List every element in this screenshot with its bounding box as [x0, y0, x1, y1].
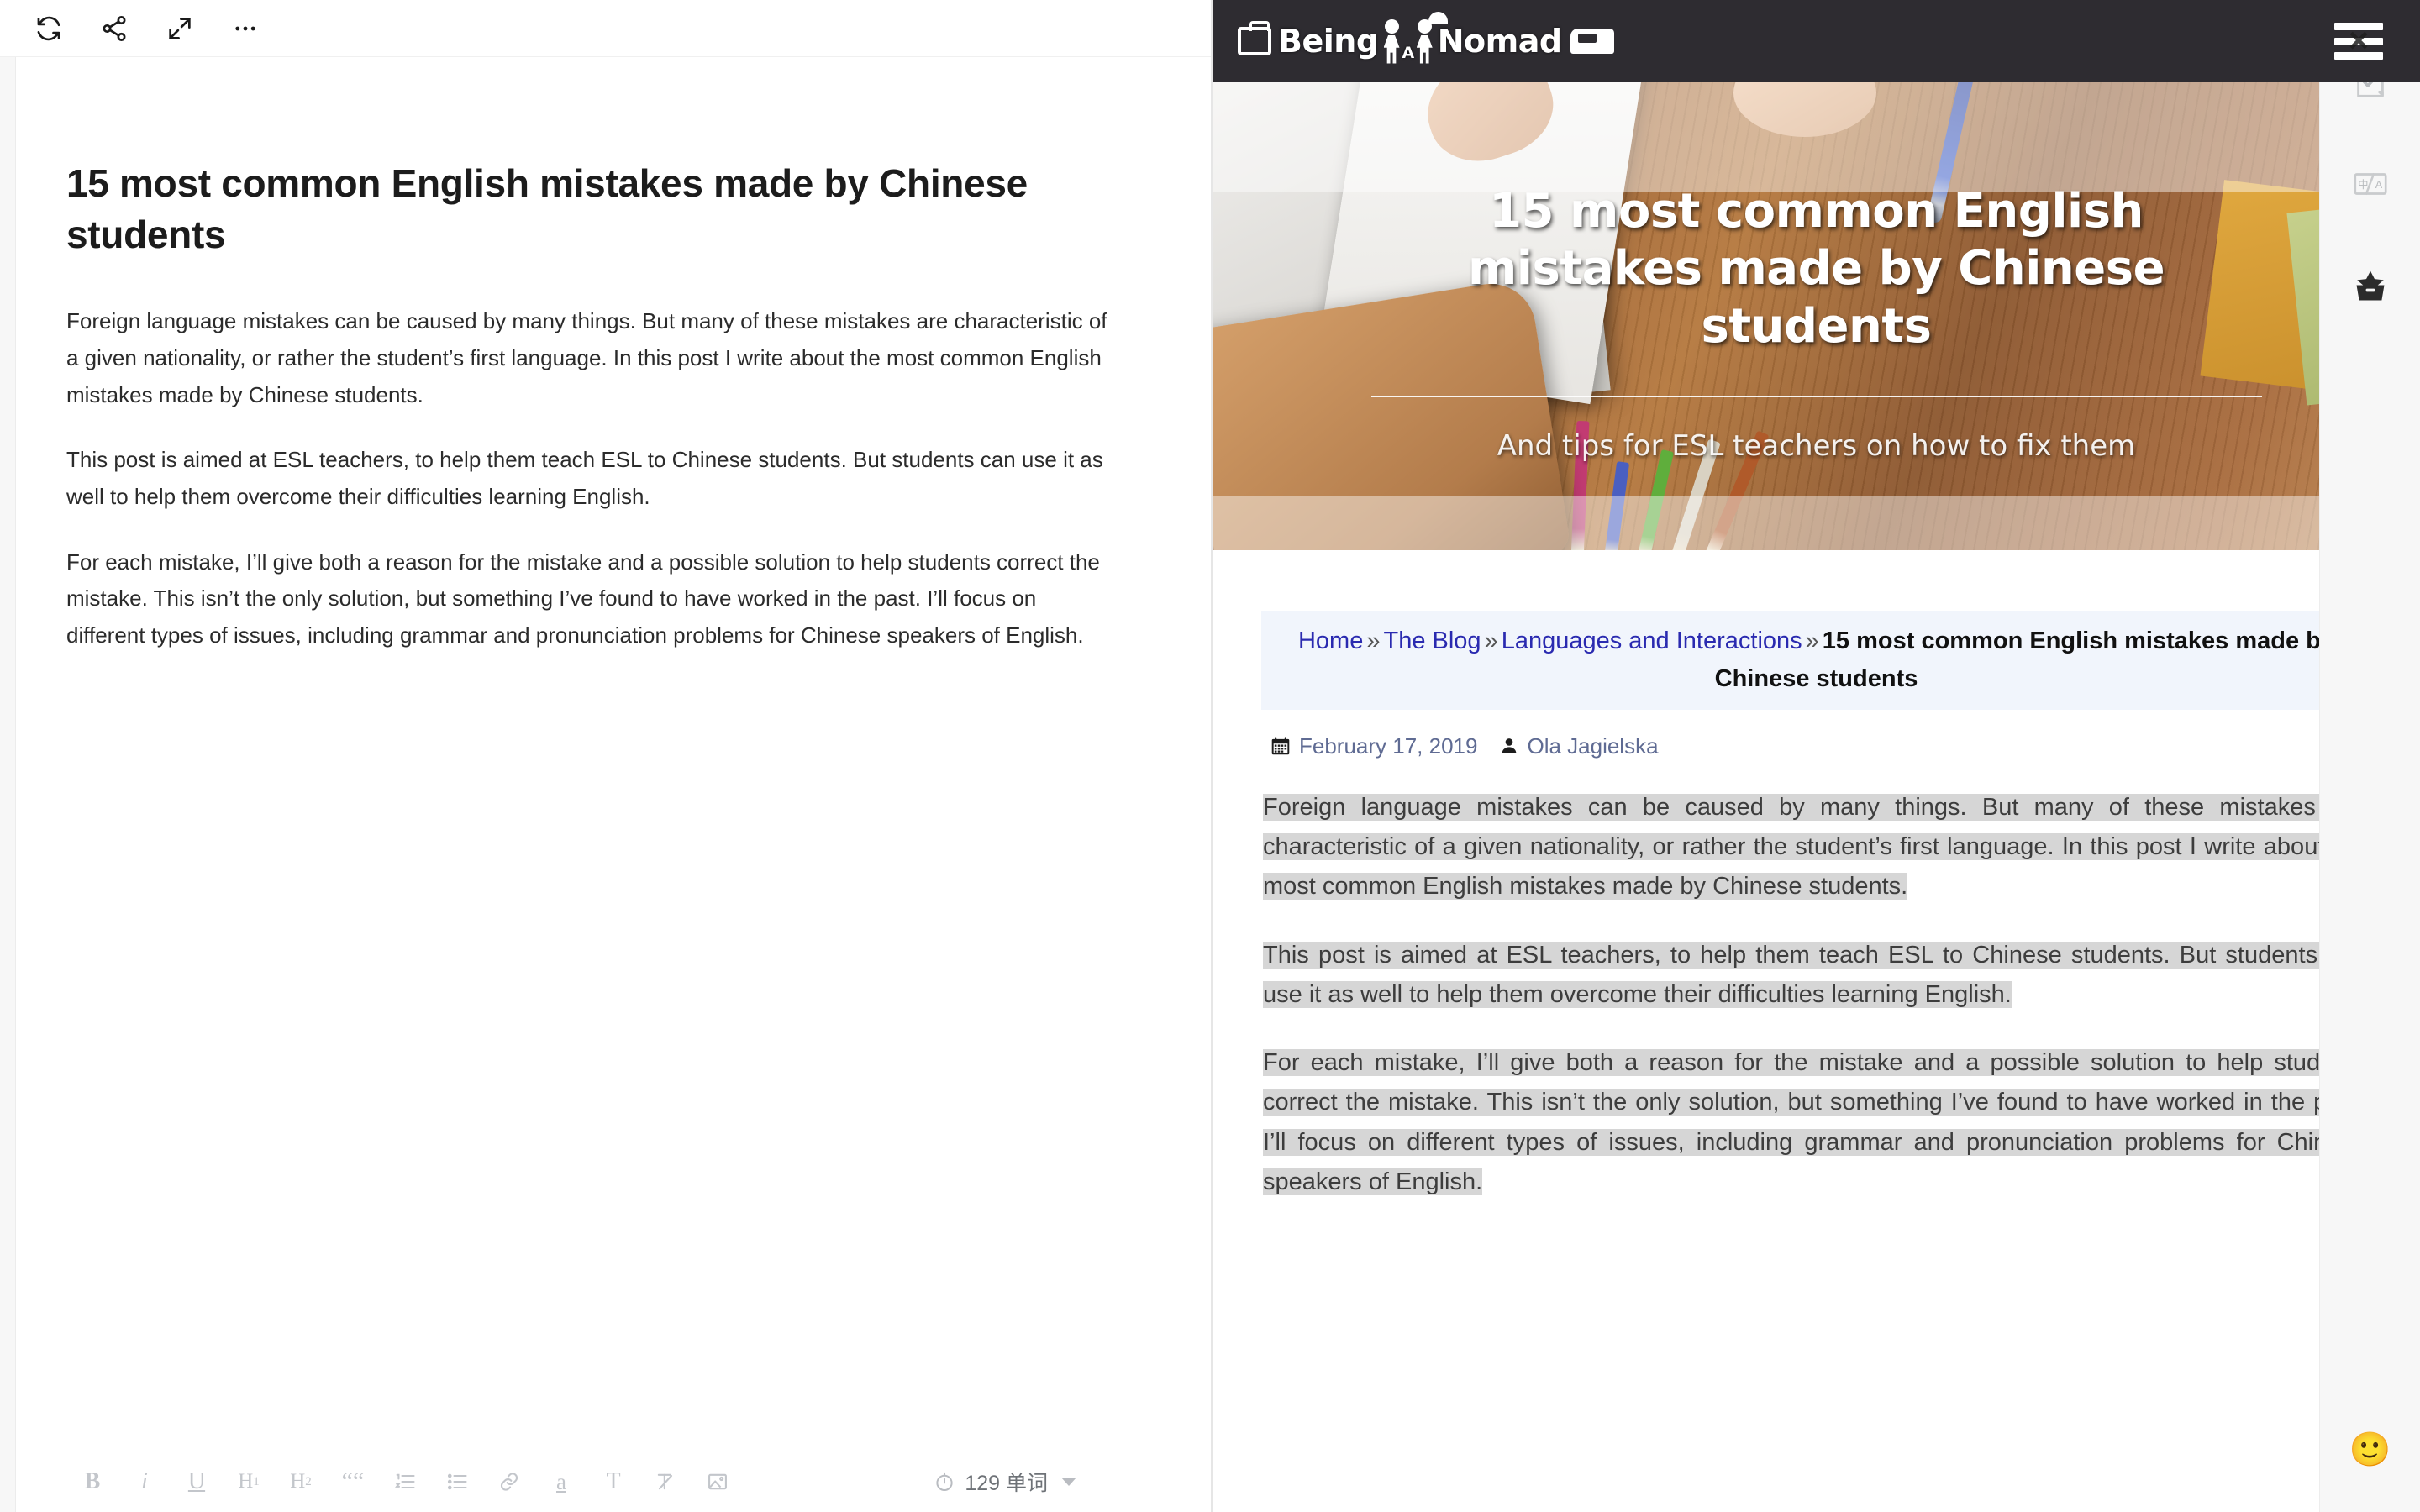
bold-button[interactable]: B: [66, 1456, 118, 1508]
heading-2-button[interactable]: H2: [275, 1456, 327, 1508]
hero-subtitle: And tips for ESL teachers on how to fix …: [1497, 428, 2136, 463]
breadcrumb-separator: »: [1484, 627, 1498, 654]
app-root: 15 most common English mistakes made by …: [0, 0, 2420, 1512]
tool-rail: 中 A 🙂: [2319, 0, 2420, 1512]
logo-text-being: Being: [1278, 23, 1379, 60]
share-icon[interactable]: [82, 0, 147, 57]
word-count-control[interactable]: 129 单词: [933, 1467, 1177, 1497]
site-logo[interactable]: Being A Nomad: [1238, 11, 1614, 64]
breadcrumb: Home» The Blog» Languages and Interactions…: [1261, 611, 2371, 710]
emoji-face-icon[interactable]: 🙂: [2349, 1433, 2391, 1467]
hamburger-menu-icon[interactable]: [2334, 23, 2383, 60]
user-icon: [1499, 736, 1519, 756]
chevron-down-icon[interactable]: [1061, 1478, 1076, 1486]
caravan-icon: [1570, 29, 1614, 54]
word-count-label: 129 单词: [965, 1472, 1048, 1495]
clear-format-button[interactable]: [639, 1456, 692, 1508]
hero-banner: 15 most common English mistakes made by …: [1213, 82, 2420, 550]
post-date-label: February 17, 2019: [1299, 732, 1478, 759]
breadcrumb-separator: »: [1366, 627, 1381, 654]
insert-image-button[interactable]: [692, 1456, 744, 1508]
umbrella-icon: [1428, 11, 1448, 24]
highlight-button[interactable]: a: [535, 1456, 587, 1508]
ordered-list-button[interactable]: [379, 1456, 431, 1508]
underline-button[interactable]: U: [171, 1456, 223, 1508]
more-icon[interactable]: [213, 0, 278, 57]
suitcase-icon: [1238, 21, 1271, 55]
document-title[interactable]: 15 most common English mistakes made by …: [66, 158, 1100, 260]
logo-text-a: A: [1402, 43, 1415, 62]
breadcrumb-link-languages-and-interactions[interactable]: Languages and Interactions: [1502, 627, 1802, 654]
format-toolbar: B i U H1 H2 ““ a T 129 单词: [16, 1452, 1211, 1512]
breadcrumb-separator: »: [1805, 627, 1819, 654]
sync-icon[interactable]: [16, 0, 82, 57]
preview-scroll-region[interactable]: Being A Nomad × 15 most common English m…: [1213, 0, 2420, 1202]
editor-document[interactable]: 15 most common English mistakes made by …: [0, 57, 1211, 1512]
collect-box-icon[interactable]: [2341, 257, 2400, 316]
site-header: Being A Nomad: [1213, 0, 2420, 82]
selected-text: Foreign language mistakes can be caused …: [1263, 793, 2366, 900]
post-author[interactable]: Ola Jagielska: [1499, 732, 1659, 759]
hero-title: 15 most common English mistakes made by …: [1467, 184, 2165, 354]
editor-toolbar: [0, 0, 1211, 57]
post-body: Home» The Blog» Languages and Interactions…: [1213, 611, 2420, 1202]
selected-text: For each mistake, I’ll give both a reaso…: [1263, 1049, 2366, 1195]
post-author-label: Ola Jagielska: [1527, 732, 1659, 759]
italic-button[interactable]: i: [118, 1456, 171, 1508]
text-style-button[interactable]: T: [587, 1456, 639, 1508]
preview-panel: Being A Nomad × 15 most common English m…: [1213, 0, 2420, 1512]
blockquote-button[interactable]: ““: [327, 1456, 379, 1508]
hero-divider: [1370, 395, 2262, 397]
bullet-list-button[interactable]: [431, 1456, 483, 1508]
post-paragraph[interactable]: This post is aimed at ESL teachers, to h…: [1261, 936, 2371, 1016]
document-paragraph[interactable]: For each mistake, I’ll give both a reaso…: [66, 544, 1117, 654]
post-paragraph[interactable]: For each mistake, I’ll give both a reaso…: [1261, 1043, 2371, 1202]
logo-text-nomad: Nomad: [1437, 23, 1562, 60]
heading-1-button[interactable]: H1: [223, 1456, 275, 1508]
post-meta: February 17, 2019 Ola Jagielska: [1261, 733, 2371, 759]
svg-text:A: A: [2375, 179, 2382, 191]
timer-icon: [933, 1470, 956, 1494]
link-button[interactable]: [483, 1456, 535, 1508]
calendar-icon: [1270, 735, 1292, 757]
post-date[interactable]: February 17, 2019: [1270, 733, 1477, 759]
document-paragraph[interactable]: Foreign language mistakes can be caused …: [66, 303, 1117, 413]
breadcrumb-link-the-blog[interactable]: The Blog: [1383, 627, 1481, 654]
two-travelers-icon: A: [1383, 11, 1448, 64]
svg-text:中: 中: [2358, 178, 2368, 191]
selected-text: This post is aimed at ESL teachers, to h…: [1263, 941, 2366, 1008]
post-paragraph[interactable]: Foreign language mistakes can be caused …: [1261, 788, 2371, 907]
translate-icon[interactable]: 中 A: [2341, 155, 2400, 213]
breadcrumb-link-home[interactable]: Home: [1298, 627, 1363, 654]
fullscreen-icon[interactable]: [147, 0, 213, 57]
document-paragraph[interactable]: This post is aimed at ESL teachers, to h…: [66, 442, 1117, 515]
editor-panel: 15 most common English mistakes made by …: [0, 0, 1213, 1512]
